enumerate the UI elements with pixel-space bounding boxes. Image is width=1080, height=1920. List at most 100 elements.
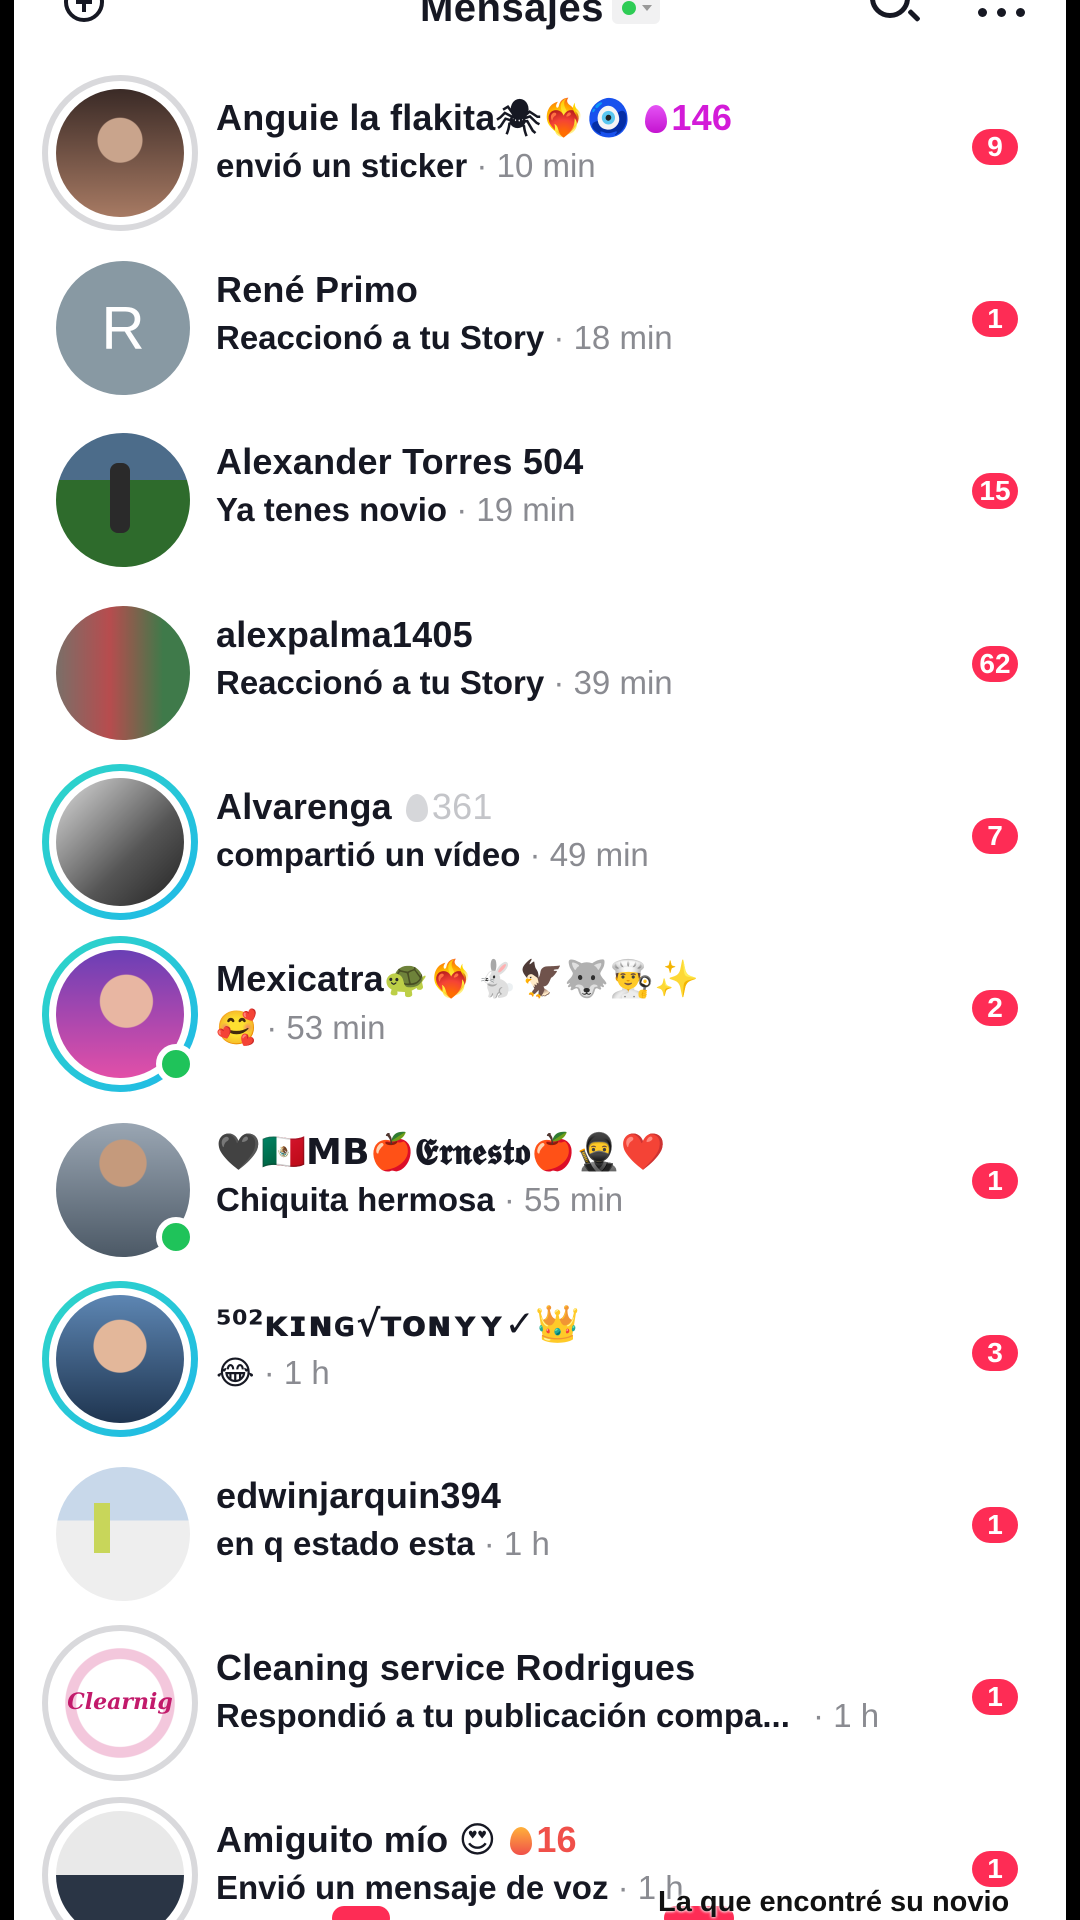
avatar-image (56, 606, 190, 740)
messages-screen: Mensajes Anguie la flakita🕷❤️‍🔥🧿 146 envi… (14, 0, 1066, 1920)
contact-name-text: René Primo (216, 269, 419, 310)
contact-name-text: alexpalma1405 (216, 614, 473, 655)
contact-name: edwinjarquin394 (216, 1475, 501, 1517)
timestamp: 39 min (573, 664, 673, 701)
avatar[interactable]: Clearnig (42, 1625, 198, 1781)
unread-badge: 1 (972, 1507, 1018, 1543)
contact-name: Alvarenga 361 (216, 786, 493, 828)
streak-count: 16 (536, 1819, 577, 1860)
contact-name: René Primo (216, 269, 418, 311)
message-preview: compartió un vídeo · 49 min (216, 836, 649, 873)
message-preview: Reaccionó a tu Story · 39 min (216, 664, 673, 701)
contact-name: Amiguito mío 😍 16 (216, 1819, 577, 1861)
conversation-row[interactable]: Clearnig Cleaning service Rodrigues Resp… (14, 1625, 1066, 1797)
timestamp: 10 min (496, 147, 596, 184)
timestamp: 1 h (503, 1525, 550, 1562)
message-preview: 😂 · 1 h (216, 1353, 330, 1392)
preview-text: 🥰 (216, 1008, 258, 1047)
message-preview: 🥰 · 53 min (216, 1008, 386, 1047)
more-dot (1016, 8, 1025, 17)
avatar-image: Clearnig (56, 1639, 184, 1767)
timestamp: 49 min (549, 836, 649, 873)
conversation-row[interactable]: Alvarenga 361 compartió un vídeo · 49 min… (14, 764, 1066, 936)
avatar-image (56, 89, 184, 217)
contact-name-text: Cleaning service Rodrigues (216, 1647, 696, 1688)
conversation-row[interactable]: Mexicatra🐢❤️‍🔥🐇🦅🐺👨‍🍳✨ 🥰 · 53 min 2 (14, 936, 1066, 1108)
conversation-row[interactable]: edwinjarquin394 en q estado esta · 1 h 1 (14, 1453, 1066, 1625)
unread-badge: 1 (972, 1851, 1018, 1887)
message-preview: Envió un mensaje de voz · 1 h (216, 1869, 684, 1906)
unread-badge: 1 (972, 1679, 1018, 1715)
unread-badge: 62 (972, 646, 1018, 682)
avatar[interactable] (42, 764, 198, 920)
preview-text: Chiquita hermosa (216, 1181, 495, 1218)
streak-counter: 361 (405, 786, 493, 827)
timestamp: 53 min (286, 1009, 386, 1046)
name-emoji: 🐢❤️‍🔥🐇🦅🐺👨‍🍳✨ (383, 959, 700, 1000)
unread-badge: 3 (972, 1335, 1018, 1371)
preview-text: envió un sticker (216, 147, 468, 184)
message-preview: envió un sticker · 10 min (216, 147, 596, 184)
avatar[interactable] (42, 1281, 198, 1437)
avatar-image (56, 1811, 184, 1920)
contact-name: alexpalma1405 (216, 614, 473, 656)
avatar-logo-text: Clearnig (67, 1689, 173, 1715)
unread-badge: 15 (972, 473, 1018, 509)
contact-name: ⁵⁰²ᴋɪɴɢ√ᴛᴏɴʏʏ✓👑 (216, 1303, 580, 1345)
avatar-image: R (56, 261, 190, 395)
avatar-image (56, 1295, 184, 1423)
name-emoji: 😍 (458, 1820, 497, 1861)
contact-name: Cleaning service Rodrigues (216, 1647, 695, 1689)
avatar[interactable] (42, 1797, 198, 1920)
streak-counter: 146 (645, 97, 732, 138)
timestamp: 19 min (476, 491, 576, 528)
message-preview: Reaccionó a tu Story · 18 min (216, 319, 673, 356)
header: Mensajes (14, 0, 1066, 44)
contact-name: Alexander Torres 504 (216, 441, 584, 483)
preview-text: compartió un vídeo (216, 836, 521, 873)
avatar[interactable] (42, 75, 198, 231)
flame-icon (645, 105, 668, 133)
avatar-initial: R (56, 261, 190, 395)
conversation-row[interactable]: 🖤🇲🇽MB🍎𝕰𝖗𝖓𝖊𝖘𝖙𝖔🍎🥷❤️ Chiquita hermosa · 55 … (14, 1109, 1066, 1281)
streak-count: 146 (671, 97, 733, 138)
streak-counter: 16 (510, 1819, 577, 1860)
bottom-nav-badge (332, 1906, 390, 1920)
unread-badge: 7 (972, 818, 1018, 854)
preview-text: en q estado esta (216, 1525, 475, 1562)
message-preview: Ya tenes novio · 19 min (216, 491, 576, 528)
unread-badge: 2 (972, 990, 1018, 1026)
avatar[interactable] (42, 936, 198, 1092)
avatar[interactable] (42, 419, 198, 575)
avatar[interactable] (42, 1109, 198, 1265)
preview-text: Reaccionó a tu Story (216, 664, 545, 701)
chevron-down-icon (642, 5, 653, 11)
online-status-toggle[interactable] (612, 0, 661, 24)
avatar[interactable] (42, 592, 198, 748)
name-emoji: 🕷❤️‍🔥🧿 (495, 98, 632, 139)
conversation-row[interactable]: R René Primo Reaccionó a tu Story · 18 m… (14, 247, 1066, 419)
avatar-image (56, 433, 190, 567)
timestamp: 1 h (283, 1354, 330, 1391)
contact-name-text: Mexicatra (216, 958, 384, 999)
page-title-text: Mensajes (419, 0, 605, 30)
more-options-icon[interactable] (978, 8, 1026, 18)
more-dot (978, 8, 987, 17)
more-dot (997, 8, 1006, 17)
conversation-row[interactable]: Alexander Torres 504 Ya tenes novio · 19… (14, 419, 1066, 591)
preview-text: Ya tenes novio (216, 491, 448, 528)
conversation-row[interactable]: Anguie la flakita🕷❤️‍🔥🧿 146 envió un stic… (14, 75, 1066, 247)
contact-name-text: ⁵⁰²ᴋɪɴɢ√ᴛᴏɴʏʏ✓ (216, 1304, 536, 1345)
avatar[interactable] (42, 1453, 198, 1609)
contact-name-text: edwinjarquin394 (216, 1475, 502, 1516)
conversation-row[interactable]: alexpalma1405 Reaccionó a tu Story · 39 … (14, 592, 1066, 764)
name-emoji: 👑 (535, 1304, 581, 1345)
flame-icon (405, 794, 428, 822)
timestamp: 1 h (833, 1697, 880, 1734)
conversation-row[interactable]: ⁵⁰²ᴋɪɴɢ√ᴛᴏɴʏʏ✓👑 😂 · 1 h 3 (14, 1281, 1066, 1453)
contact-name-text: Alvarenga (216, 786, 392, 827)
flame-icon (510, 1827, 533, 1855)
avatar-image (56, 778, 184, 906)
message-preview: Chiquita hermosa · 55 min (216, 1181, 624, 1218)
avatar[interactable]: R (42, 247, 198, 403)
